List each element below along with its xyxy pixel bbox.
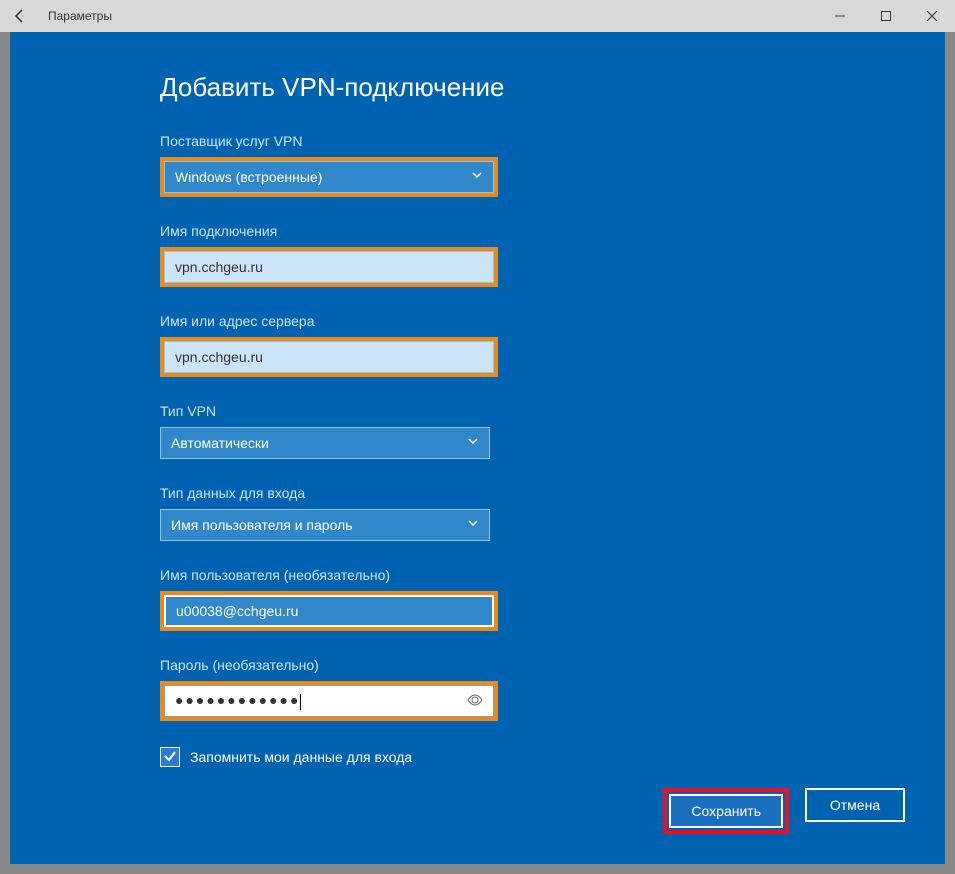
input-value: vpn.cchgeu.ru	[175, 349, 263, 365]
username-label: Имя пользователя (необязательно)	[160, 567, 895, 583]
password-label: Пароль (необязательно)	[160, 657, 895, 673]
highlight-annotation: vpn.cchgeu.ru	[160, 337, 498, 377]
dropdown-value: Имя пользователя и пароль	[171, 517, 467, 533]
maximize-icon	[881, 11, 891, 21]
connection-name-label: Имя подключения	[160, 223, 895, 239]
vpn-type-label: Тип VPN	[160, 403, 895, 419]
vpn-type-dropdown[interactable]: Автоматически	[160, 427, 490, 459]
highlight-annotation-red: Сохранить	[663, 788, 789, 834]
vpn-provider-field: Поставщик услуг VPN Windows (встроенные)	[160, 133, 895, 197]
highlight-annotation: vpn.cchgeu.ru	[160, 247, 498, 287]
minimize-button[interactable]	[817, 0, 863, 32]
checkmark-icon	[163, 749, 177, 766]
server-address-label: Имя или адрес сервера	[160, 313, 895, 329]
server-address-input[interactable]: vpn.cchgeu.ru	[164, 341, 494, 373]
highlight-annotation: u00038@cchgeu.ru	[160, 591, 498, 631]
save-button[interactable]: Сохранить	[669, 794, 783, 828]
auth-type-field: Тип данных для входа Имя пользователя и …	[160, 485, 895, 541]
username-input[interactable]: u00038@cchgeu.ru	[164, 595, 494, 627]
input-value: u00038@cchgeu.ru	[176, 603, 298, 619]
cancel-button[interactable]: Отмена	[805, 788, 905, 822]
dropdown-value: Windows (встроенные)	[175, 169, 471, 185]
password-value: ●●●●●●●●●●●●	[175, 692, 483, 709]
password-input[interactable]: ●●●●●●●●●●●●	[164, 685, 494, 717]
auth-type-label: Тип данных для входа	[160, 485, 895, 501]
window-frame: Параметры Добавить VPN-подключ	[0, 0, 955, 874]
back-button[interactable]	[8, 4, 32, 28]
window-title: Параметры	[48, 9, 112, 23]
dialog-title: Добавить VPN-подключение	[160, 72, 895, 103]
username-field: Имя пользователя (необязательно) u00038@…	[160, 567, 895, 631]
maximize-button[interactable]	[863, 0, 909, 32]
input-value: vpn.cchgeu.ru	[175, 259, 263, 275]
chevron-down-icon	[471, 168, 483, 186]
connection-name-input[interactable]: vpn.cchgeu.ru	[164, 251, 494, 283]
minimize-icon	[835, 11, 845, 21]
arrow-left-icon	[12, 8, 28, 24]
highlight-annotation: ●●●●●●●●●●●●	[160, 681, 498, 721]
remember-label: Запомнить мои данные для входа	[190, 749, 412, 765]
chevron-down-icon	[467, 516, 479, 534]
password-field: Пароль (необязательно) ●●●●●●●●●●●●	[160, 657, 895, 721]
titlebar: Параметры	[0, 0, 955, 32]
eye-icon[interactable]	[467, 692, 483, 711]
titlebar-controls	[817, 0, 955, 32]
highlight-annotation: Windows (встроенные)	[160, 157, 498, 197]
chevron-down-icon	[467, 434, 479, 452]
dialog-content-area: Добавить VPN-подключение Поставщик услуг…	[10, 32, 945, 864]
dialog-buttons: Сохранить Отмена	[663, 788, 905, 834]
connection-name-field: Имя подключения vpn.cchgeu.ru	[160, 223, 895, 287]
vpn-provider-dropdown[interactable]: Windows (встроенные)	[164, 161, 494, 193]
vpn-type-field: Тип VPN Автоматически	[160, 403, 895, 459]
close-icon	[927, 11, 937, 21]
remember-credentials-row: Запомнить мои данные для входа	[160, 747, 895, 767]
remember-checkbox[interactable]	[160, 747, 180, 767]
auth-type-dropdown[interactable]: Имя пользователя и пароль	[160, 509, 490, 541]
close-button[interactable]	[909, 0, 955, 32]
dropdown-value: Автоматически	[171, 435, 467, 451]
vpn-provider-label: Поставщик услуг VPN	[160, 133, 895, 149]
server-address-field: Имя или адрес сервера vpn.cchgeu.ru	[160, 313, 895, 377]
